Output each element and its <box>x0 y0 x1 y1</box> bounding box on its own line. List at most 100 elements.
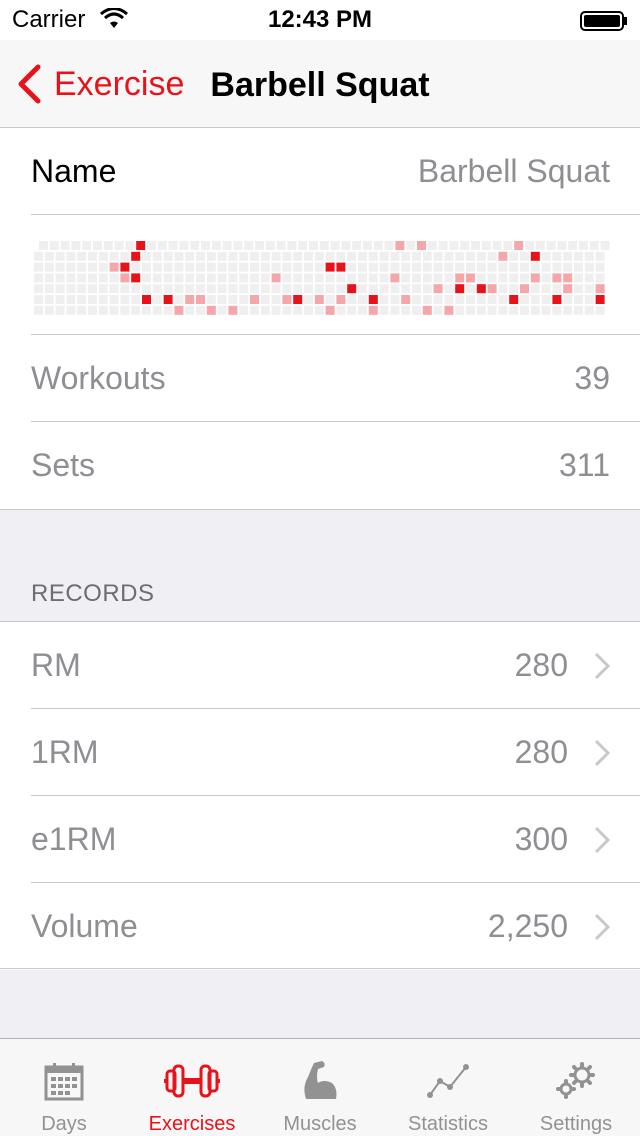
heatmap-cell-partial <box>530 273 540 283</box>
record-row-e1rm[interactable]: e1RM 300 <box>0 796 640 883</box>
heatmap-cell <box>390 251 400 261</box>
heatmap-cell <box>584 262 594 272</box>
heatmap-cell <box>109 273 119 283</box>
battery-icon <box>580 10 628 31</box>
heatmap-cell <box>152 284 162 294</box>
heatmap-cell <box>368 284 378 294</box>
heatmap-cell <box>131 295 141 304</box>
heatmap-cell-partial <box>401 295 411 304</box>
status-time: 12:43 PM <box>267 6 373 33</box>
heatmap-cell <box>228 251 238 261</box>
heatmap-cell <box>174 284 184 294</box>
heatmap-cell <box>401 284 411 294</box>
name-value: Barbell Squat <box>417 153 610 189</box>
heatmap-cell <box>552 262 562 272</box>
heatmap-cell-active <box>455 284 465 294</box>
heatmap-cell <box>44 273 54 283</box>
heatmap-cell <box>444 295 454 304</box>
heatmap-cell <box>250 262 259 272</box>
heatmap-cell <box>444 251 454 261</box>
tab-exercises[interactable]: Exercises <box>128 1039 256 1136</box>
sets-row: Sets 311 <box>0 422 640 509</box>
heatmap-cell <box>552 305 562 315</box>
heatmap-cell <box>44 284 54 294</box>
gear-icon <box>546 1053 606 1109</box>
tab-days[interactable]: Days <box>0 1039 128 1136</box>
page-title: Barbell Squat <box>210 66 430 104</box>
records-header: RECORDS <box>31 580 155 607</box>
heatmap-cell-partial <box>109 262 119 272</box>
heatmap-cell <box>433 262 443 272</box>
heatmap-cell <box>185 273 195 283</box>
heatmap-cell <box>455 305 465 315</box>
heatmap-cell <box>541 305 551 315</box>
heatmap-cell-partial <box>498 251 508 261</box>
heatmap-cell <box>142 251 151 261</box>
heatmap-cell <box>260 273 270 283</box>
heatmap-cell <box>552 284 562 294</box>
heatmap-cell <box>142 273 151 283</box>
heatmap-cell <box>390 262 400 272</box>
heatmap-cell <box>492 241 502 250</box>
heatmap-cell <box>584 284 594 294</box>
heatmap-cell <box>541 284 551 294</box>
heatmap-cell <box>233 241 243 250</box>
heatmap-cell <box>250 284 259 294</box>
heatmap-cell <box>503 241 513 250</box>
heatmap-cell <box>449 241 459 250</box>
name-row[interactable]: Name Barbell Squat <box>0 128 640 215</box>
tab-settings[interactable]: Settings <box>512 1039 640 1136</box>
heatmap-cell <box>422 284 432 294</box>
heatmap-cell <box>422 251 432 261</box>
heatmap-cell <box>88 262 97 272</box>
heatmap-cell-active <box>163 295 173 304</box>
heatmap-cell <box>347 273 357 283</box>
heatmap-cell <box>563 295 573 304</box>
heatmap-cell-partial <box>455 273 465 283</box>
heatmap-cell <box>163 273 173 283</box>
heatmap-cell <box>347 251 357 261</box>
heatmap-cell <box>595 305 605 315</box>
heatmap-cell <box>131 284 141 294</box>
heatmap-cell <box>293 262 303 272</box>
records-section: RM 280 1RM 280 e1RM 300 Volume 2,250 <box>0 622 640 970</box>
heatmap-cell <box>271 305 281 315</box>
heatmap-cell <box>66 284 76 294</box>
heatmap-cell <box>520 262 529 272</box>
heatmap-cell <box>222 241 232 250</box>
calendar-icon <box>34 1053 94 1109</box>
heatmap-cell <box>530 305 540 315</box>
heatmap-cell <box>250 273 259 283</box>
heatmap-cell <box>217 273 227 283</box>
heatmap-cell <box>498 305 508 315</box>
tab-statistics[interactable]: Statistics <box>384 1039 512 1136</box>
heatmap-cell <box>44 295 54 304</box>
heatmap-cell <box>579 241 588 250</box>
tab-label: Days <box>41 1113 87 1135</box>
heatmap-cell-partial <box>563 273 573 283</box>
heatmap-cell <box>77 262 87 272</box>
heatmap-cell <box>88 295 97 304</box>
heatmap-cell <box>584 305 594 315</box>
record-row-volume[interactable]: Volume 2,250 <box>0 883 640 970</box>
heatmap-cell <box>358 284 367 294</box>
heatmap-cell <box>363 241 372 250</box>
muscle-arm-icon <box>290 1053 350 1109</box>
heatmap-cell <box>88 273 97 283</box>
heatmap-cell <box>98 284 108 294</box>
heatmap-cell <box>196 251 205 261</box>
heatmap-cell <box>282 273 292 283</box>
heatmap-cell <box>509 284 519 294</box>
record-label: RM <box>31 647 81 683</box>
heatmap-cell <box>228 273 238 283</box>
heatmap-cell <box>422 273 432 283</box>
record-row-1rm[interactable]: 1RM 280 <box>0 709 640 796</box>
record-row-rm[interactable]: RM 280 <box>0 622 640 709</box>
tab-muscles[interactable]: Muscles <box>256 1039 384 1136</box>
tab-label: Statistics <box>407 1113 489 1135</box>
heatmap-cell <box>455 295 465 304</box>
heatmap-cell <box>196 284 205 294</box>
heatmap-cell <box>260 284 270 294</box>
heatmap-cell <box>541 262 551 272</box>
heatmap-cell <box>55 295 65 304</box>
